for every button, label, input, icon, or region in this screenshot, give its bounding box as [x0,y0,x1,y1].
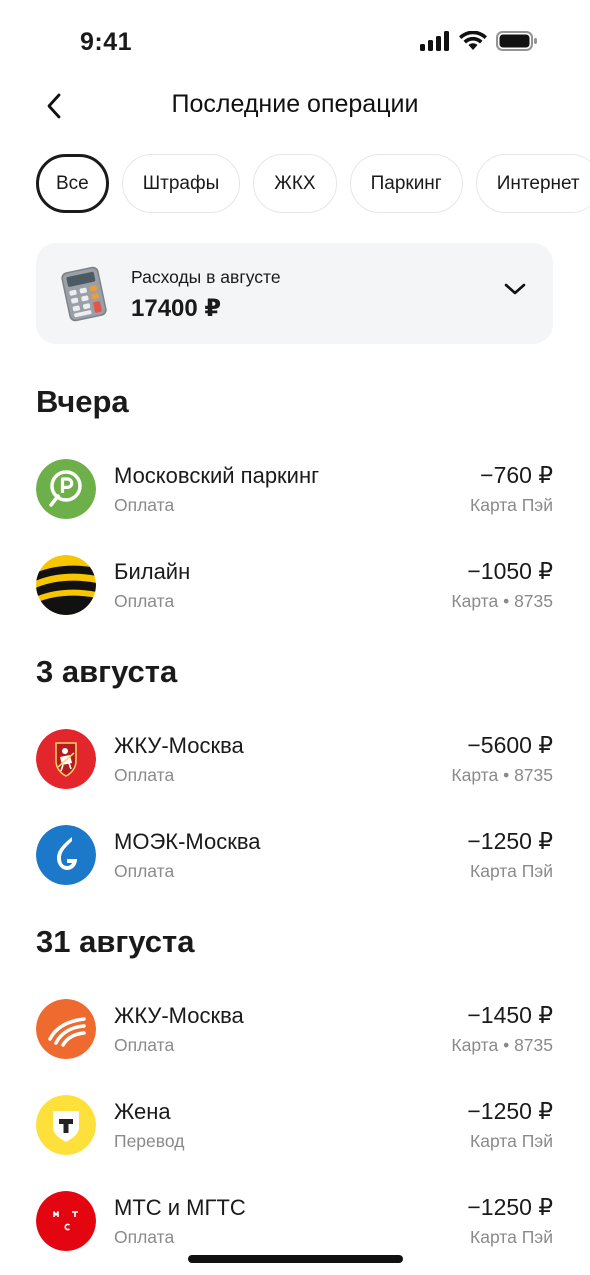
status-icons [420,31,538,51]
transaction-amount: −5600 ₽ [467,732,553,758]
merchant-name: Жена [114,1099,171,1124]
battery-icon [496,31,537,51]
transaction-row[interactable]: Билайн Оплата −1050 ₽ Карта • 8735 [36,553,553,617]
section-title: Вчера [36,384,129,419]
transaction-type: Перевод [114,1131,185,1151]
transaction-amount: −1450 ₽ [467,1002,553,1028]
cellular-signal-icon [420,31,449,51]
calculator-icon [61,266,107,322]
expenses-label: Расходы в августе [131,267,281,287]
beeline-icon [36,555,96,615]
merchant-name: ЖКУ-Москва [114,1003,244,1028]
filter-chip-internet[interactable]: Интернет [475,154,590,213]
chevron-down-icon[interactable] [503,281,527,297]
filter-chip-all[interactable]: Все [36,154,109,213]
transaction-amount: −1250 ₽ [467,1098,553,1124]
filter-chips: Все Штрафы ЖКХ Паркинг Интернет [36,154,590,214]
moscow-emblem-icon [36,729,96,789]
transaction-row[interactable]: Жена Перевод −1250 ₽ Карта Пэй [36,1093,553,1157]
transaction-row[interactable]: МТС и МГТС Оплата −1250 ₽ Карта Пэй [36,1189,553,1253]
home-indicator[interactable] [188,1255,403,1263]
transaction-type: Оплата [114,861,175,881]
transaction-amount: −1250 ₽ [467,828,553,854]
payment-method: Карта • 8735 [451,591,553,611]
section-title: 31 августа [36,924,195,959]
mts-icon [36,1191,96,1251]
transaction-type: Оплата [114,765,175,785]
payment-method: Карта • 8735 [451,765,553,785]
transaction-amount: −1050 ₽ [467,558,553,584]
transaction-row[interactable]: Московский паркинг Оплата −760 ₽ Карта П… [36,457,553,521]
transaction-row[interactable]: ЖКУ-Москва Оплата −1450 ₽ Карта • 8735 [36,997,553,1061]
tbank-shield-icon [36,1095,96,1155]
page-title: Последние операции [171,90,419,118]
transaction-amount: −760 ₽ [480,462,553,488]
merchant-name: МТС и МГТС [114,1195,246,1220]
transaction-type: Оплата [114,1035,175,1055]
transaction-type: Оплата [114,495,175,515]
wifi-icon [459,31,487,50]
transaction-row[interactable]: МОЭК-Москва Оплата −1250 ₽ Карта Пэй [36,823,553,887]
header: Последние операции [0,84,590,128]
merchant-name: МОЭК-Москва [114,829,261,854]
payment-method: Карта Пэй [470,1227,553,1247]
payment-method: Карта Пэй [470,1131,553,1151]
transaction-row[interactable]: ЖКУ-Москва Оплата −5600 ₽ Карта • 8735 [36,727,553,791]
filter-chip-utilities[interactable]: ЖКХ [253,154,337,213]
merchant-name: Билайн [114,559,191,584]
gas-flame-icon [36,825,96,885]
section-title: 3 августа [36,654,178,689]
merchant-name: Московский паркинг [114,463,320,488]
filter-chip-fines[interactable]: Штрафы [121,154,241,213]
payment-method: Карта Пэй [470,495,553,515]
stripes-logo-icon [36,999,96,1059]
payment-method: Карта • 8735 [451,1035,553,1055]
filter-chip-parking[interactable]: Паркинг [349,154,463,213]
expenses-amount: 17400 ₽ [131,295,222,322]
status-time: 9:41 [80,28,133,56]
transaction-amount: −1250 ₽ [467,1194,553,1220]
merchant-name: ЖКУ-Москва [114,733,244,758]
parking-icon [36,459,96,519]
transaction-type: Оплата [114,1227,175,1247]
payment-method: Карта Пэй [470,861,553,881]
transaction-type: Оплата [114,591,175,611]
monthly-expenses-card[interactable]: Расходы в августе 17400 ₽ [36,243,553,344]
status-bar: 9:41 [0,0,590,84]
